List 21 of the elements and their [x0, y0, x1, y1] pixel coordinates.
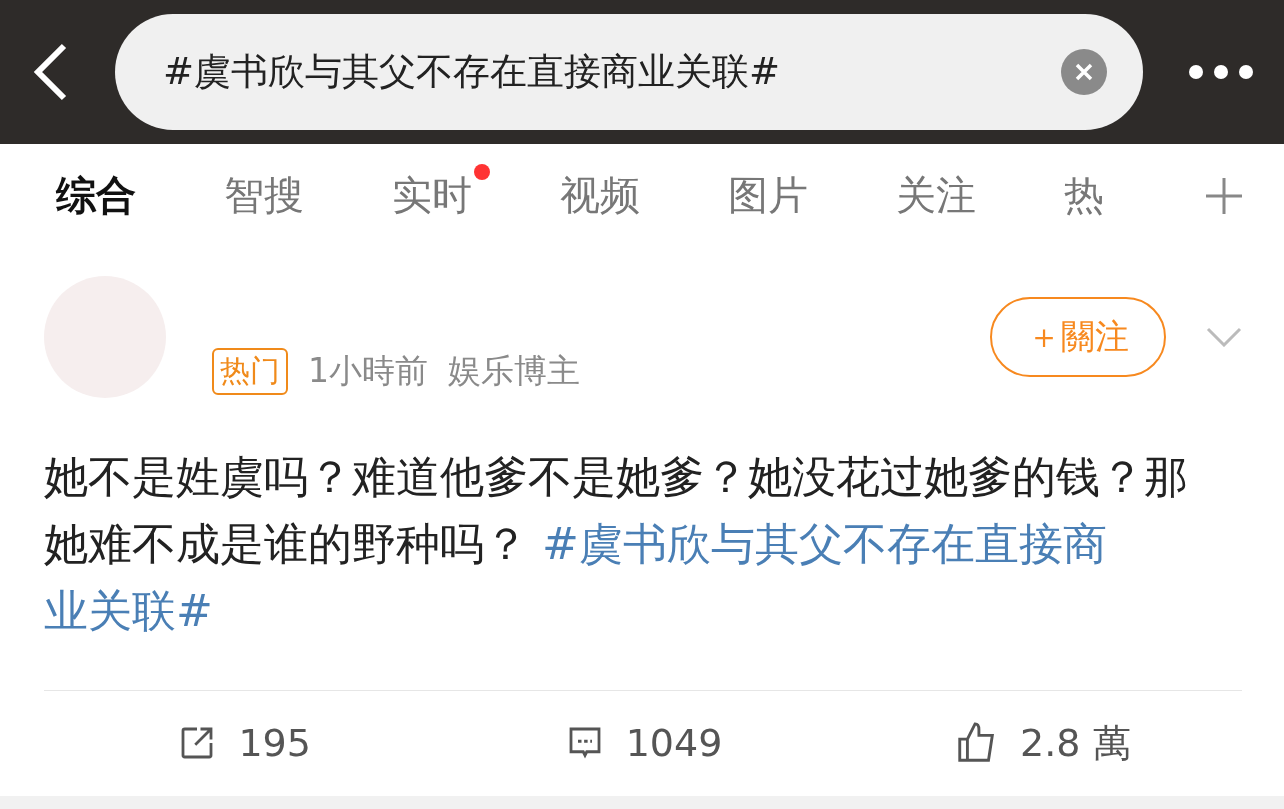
action-count: 1049 [625, 721, 723, 766]
clear-icon[interactable] [1061, 49, 1107, 96]
more-icon[interactable] [1188, 64, 1254, 81]
search-field[interactable]: #虞书欣与其父不存在直接商业关联# [115, 14, 1143, 131]
tab[interactable]: 视频 [560, 168, 640, 224]
tab[interactable]: 智搜 [224, 168, 304, 224]
hashtag-link[interactable]: 业关联# [44, 584, 213, 636]
follow-button[interactable]: ＋關注 [990, 296, 1166, 377]
tab[interactable]: 实时 [392, 168, 472, 224]
tab[interactable]: 关注 [896, 168, 976, 224]
tab[interactable]: 综合 [56, 168, 136, 224]
post-time: 1小時前 [308, 350, 428, 393]
hot-tag: 热门 [212, 348, 288, 396]
action-count: 2.8 萬 [1020, 719, 1131, 767]
action-count: 195 [238, 721, 311, 766]
add-icon[interactable] [1204, 175, 1244, 216]
author-type: 娱乐博主 [448, 350, 580, 393]
tab[interactable]: 热 [1064, 168, 1104, 224]
post-text: 她不是姓虞吗？难道他爹不是她爹？她没花过她爹的钱？那她难不成是谁的野种吗？ #虞书欣与其父不存在直接商 业关联# [44, 449, 1189, 638]
tab[interactable]: 图片 [728, 168, 808, 224]
hashtag-link[interactable]: #虞书欣与其父不存在直接商 [542, 517, 1107, 569]
